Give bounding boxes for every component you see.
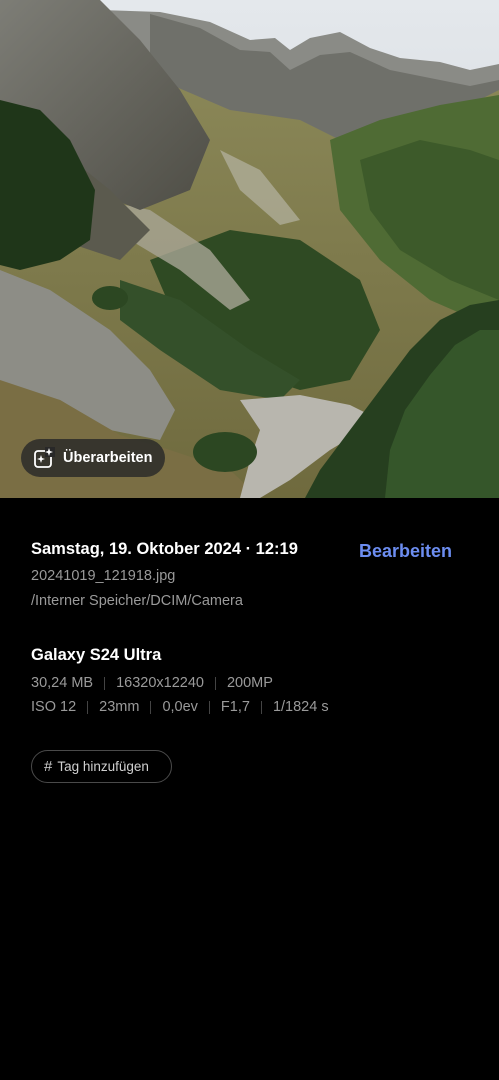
focal-length: 23mm	[99, 699, 140, 715]
iso-value: ISO 12	[31, 699, 77, 715]
divider	[104, 676, 106, 690]
sparkle-edit-icon	[33, 447, 55, 469]
file-size: 30,24 MB	[31, 675, 94, 691]
enhance-button[interactable]: Überarbeiten	[21, 439, 166, 477]
mountain-landscape-image	[0, 0, 499, 498]
divider	[150, 700, 152, 714]
file-name: 20241019_121918.jpg	[31, 568, 176, 584]
hash-icon: #	[44, 758, 53, 775]
file-specs-row: 30,24 MB 16320x12240 200MP	[31, 675, 273, 691]
photo-preview[interactable]: Überarbeiten	[0, 0, 499, 498]
capture-date-time: Samstag, 19. Oktober 2024 · 12:19	[31, 540, 298, 558]
exposure-specs-row: ISO 12 23mm 0,0ev F1,7 1/1824 s	[31, 699, 329, 715]
divider	[260, 700, 262, 714]
aperture: F1,7	[220, 699, 250, 715]
divider	[208, 700, 210, 714]
exposure-value: 0,0ev	[162, 699, 198, 715]
resolution: 16320x12240	[116, 675, 204, 691]
add-tag-button[interactable]: # Tag hinzufügen	[31, 750, 172, 783]
add-tag-label: Tag hinzufügen	[57, 759, 149, 774]
shutter-speed: 1/1824 s	[272, 699, 329, 715]
megapixels: 200MP	[226, 675, 273, 691]
edit-date-button[interactable]: Bearbeiten	[359, 541, 452, 562]
divider	[214, 676, 216, 690]
enhance-button-label: Überarbeiten	[63, 450, 153, 466]
divider	[87, 700, 89, 714]
device-name: Galaxy S24 Ultra	[31, 646, 162, 664]
file-path: /Interner Speicher/DCIM/Camera	[31, 593, 243, 609]
